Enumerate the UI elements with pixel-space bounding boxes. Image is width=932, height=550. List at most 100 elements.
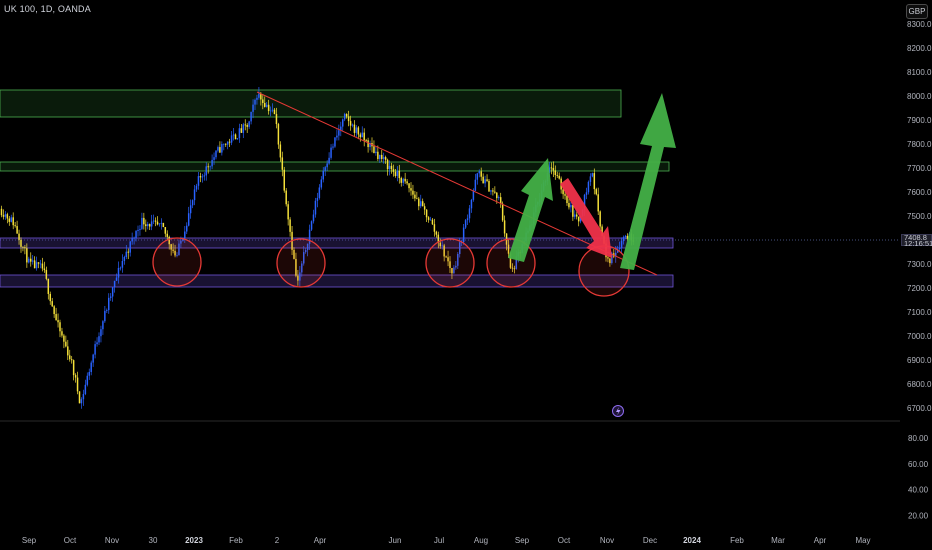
bear-candle — [70, 359, 73, 361]
time-tick-label: 2023 — [185, 536, 203, 545]
bear-candle — [37, 262, 40, 264]
bear-candle — [234, 134, 237, 140]
bear-candle — [556, 175, 558, 176]
bull-candle — [150, 221, 153, 227]
bull-candle — [320, 179, 323, 188]
time-tick-label: Mar — [771, 536, 785, 545]
bull-candle — [201, 176, 204, 178]
bear-candle — [264, 102, 266, 107]
time-tick-label: Dec — [643, 536, 657, 545]
bear-candle — [6, 214, 9, 219]
bull-candle — [316, 197, 319, 201]
bull-candle — [123, 257, 126, 262]
support-zone-lower — [0, 274, 674, 288]
bear-candle — [53, 306, 55, 315]
indicator-tick-label: 80.00 — [908, 434, 929, 443]
bull-candle — [96, 342, 98, 345]
bull-candle — [131, 238, 133, 242]
bear-candle — [572, 204, 574, 217]
bear-candle — [18, 233, 20, 240]
time-tick-label: Aug — [474, 536, 488, 545]
bear-candle — [22, 246, 24, 248]
bull-candle — [462, 227, 465, 243]
price-tick-label: 7900.0 — [907, 116, 932, 125]
bull-candle — [158, 223, 161, 225]
bull-candle — [221, 144, 223, 153]
bear-candle — [486, 179, 488, 181]
bear-candle — [41, 263, 44, 269]
bull-candle — [100, 329, 102, 337]
bear-candle — [283, 169, 285, 191]
bull-candle — [624, 235, 627, 238]
bear-candle — [59, 322, 61, 332]
bull-candle — [109, 296, 112, 298]
price-tick-label: 6900.0 — [907, 356, 932, 365]
bear-candle — [562, 189, 564, 195]
bear-candle — [30, 258, 32, 262]
bull-candle — [248, 121, 250, 127]
bear-candle — [390, 165, 393, 170]
bear-candle — [55, 314, 57, 321]
bull-candle — [108, 297, 110, 311]
bull-candle — [468, 208, 471, 219]
bear-candle — [33, 260, 36, 269]
bull-candle — [90, 362, 92, 372]
bull-candle — [361, 132, 363, 138]
bear-candle — [127, 251, 129, 253]
price-tick-label: 7800.0 — [907, 140, 932, 149]
bear-candle — [72, 360, 75, 376]
time-tick-label: 2024 — [683, 536, 701, 545]
bull-candle — [326, 163, 328, 168]
bull-candle — [187, 213, 190, 226]
bear-candle — [267, 104, 270, 112]
bull-candle — [379, 154, 381, 159]
bear-candle — [410, 188, 412, 191]
bear-candle — [492, 190, 494, 192]
bull-candle — [338, 130, 340, 136]
bear-candle — [394, 171, 397, 177]
bull-candle — [355, 127, 358, 133]
time-tick-label: May — [855, 536, 870, 545]
time-tick-label: Apr — [314, 536, 327, 545]
bull-candle — [591, 173, 594, 177]
bear-candle — [228, 141, 231, 143]
bull-candle — [622, 237, 625, 242]
bull-candle — [472, 190, 475, 200]
bear-candle — [69, 355, 71, 360]
bear-candle — [148, 224, 151, 227]
time-tick-label: Jun — [389, 536, 402, 545]
bear-candle — [2, 215, 5, 217]
bull-candle — [152, 220, 155, 222]
bull-candle — [252, 104, 254, 112]
bull-candle — [82, 394, 85, 400]
chart-canvas[interactable]: 8300.0 8200.0 8100.0 8000.0 7900.0 7800.0 7700… — [0, 0, 932, 550]
bull-candle — [28, 258, 30, 263]
bear-candle — [423, 206, 426, 210]
bull-candle — [125, 251, 128, 258]
bear-candle — [386, 159, 389, 169]
bull-candle — [269, 110, 272, 112]
bear-candle — [566, 195, 568, 204]
bear-candle — [145, 224, 147, 227]
bear-candle — [199, 176, 202, 178]
bear-candle — [240, 128, 243, 133]
bull-candle — [226, 141, 229, 145]
bear-candle — [416, 198, 418, 200]
bear-candle — [78, 391, 81, 404]
bear-candle — [51, 301, 53, 307]
price-tick-label: 8300.0 — [907, 20, 932, 29]
bear-candle — [219, 147, 221, 153]
bear-candle — [558, 175, 560, 179]
bull-candle — [189, 205, 192, 214]
bear-candle — [65, 341, 67, 347]
price-axis: 8300.0 8200.0 8100.0 8000.0 7900.0 7800.0 7700… — [907, 20, 932, 413]
bull-candle — [490, 190, 492, 192]
bull-candle — [137, 229, 139, 231]
bull-candle — [574, 214, 576, 217]
price-tick-label: 7500.0 — [907, 212, 932, 221]
bear-candle — [384, 157, 387, 160]
bear-candle — [43, 268, 46, 271]
time-tick-label: Nov — [600, 536, 614, 545]
bull-candle — [121, 261, 124, 268]
bull-candle — [258, 93, 260, 98]
